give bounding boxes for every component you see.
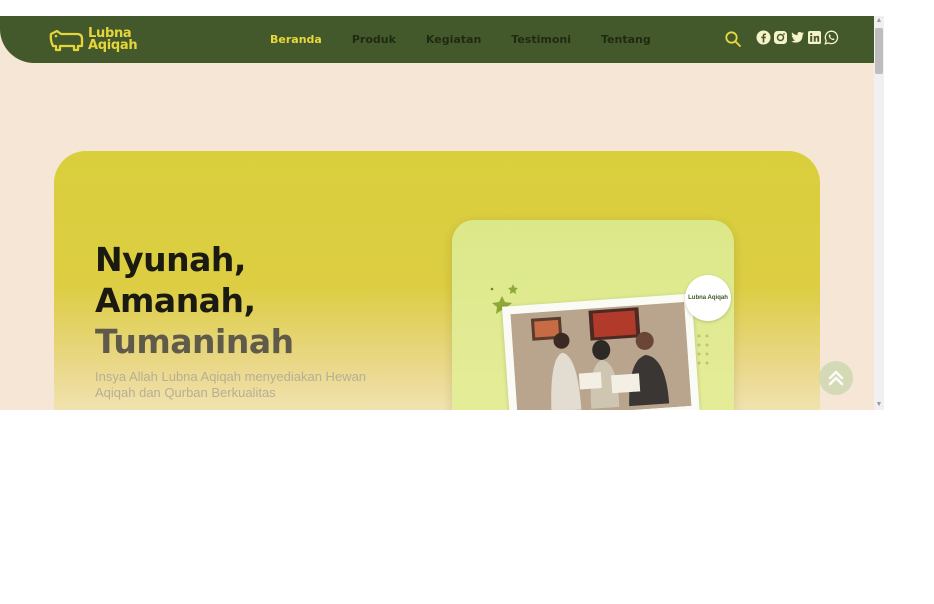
scroll-up-arrow-icon[interactable]: ▲ [874,16,884,26]
search-icon[interactable] [724,30,742,48]
testimonial-photo [501,293,701,410]
scrollbar-thumb[interactable] [875,28,883,74]
whatsapp-icon[interactable] [824,30,839,45]
hero-headline-line1: Nyunah, [95,240,246,279]
brand-badge: Lubna Aqiqah [685,275,731,321]
scroll-down-arrow-icon[interactable]: ▼ [874,400,884,410]
site-header: Lubna Aqiqah Beranda Produk Kegiatan Tes… [0,16,874,63]
main-nav: Beranda Produk Kegiatan Testimoni Tentan… [270,16,681,63]
brand-name: Lubna Aqiqah [88,27,138,53]
photo-content [510,302,692,410]
instagram-icon[interactable] [773,30,788,45]
hero-subtitle: Insya Allah Lubna Aqiqah menyediakan Hew… [95,369,367,400]
scroll-to-top-button[interactable] [819,361,853,395]
nav-item-tentang[interactable]: Tentang [601,33,651,46]
hero-headline-line3: Tumaninah [95,322,294,361]
nav-item-kegiatan[interactable]: Kegiatan [426,33,481,46]
nav-item-produk[interactable]: Produk [352,33,396,46]
lamb-logo-icon [49,29,84,52]
hero-image-card: Lubna Aqiqah [452,220,734,410]
people-photo-image [510,302,692,410]
brand-name-line2: Aqiqah [88,38,138,53]
nav-item-beranda[interactable]: Beranda [270,33,322,46]
dot-pattern-decoration [697,334,709,365]
hero-headline-line2: Amanah, [95,281,256,320]
social-links [756,30,839,45]
vertical-scrollbar[interactable]: ▲ ▼ [874,16,884,410]
facebook-icon[interactable] [756,30,771,45]
hero-section: Nyunah, Amanah, Tumaninah Insya Allah Lu… [54,151,820,410]
twitter-icon[interactable] [790,30,805,45]
brand-logo[interactable]: Lubna Aqiqah [47,25,138,55]
nav-item-testimoni[interactable]: Testimoni [511,33,571,46]
browser-viewport: Lubna Aqiqah Beranda Produk Kegiatan Tes… [0,16,874,410]
linkedin-icon[interactable] [807,30,822,45]
double-chevron-up-icon [828,370,844,386]
hero-headline: Nyunah, Amanah, Tumaninah [95,239,294,362]
